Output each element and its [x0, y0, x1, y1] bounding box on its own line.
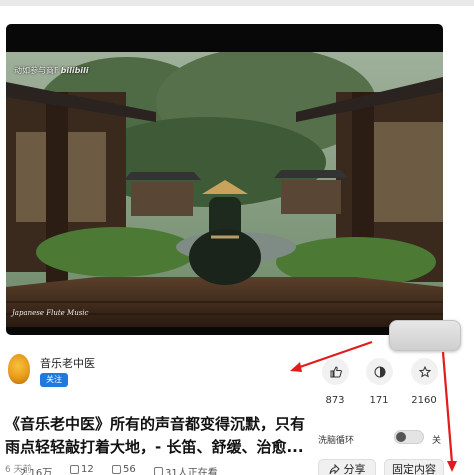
comments-stat: 56: [112, 464, 136, 475]
toggle-knob: [396, 432, 406, 442]
coin-button[interactable]: [366, 358, 393, 385]
favorite-count: 2160: [411, 395, 437, 406]
pin-label: 固定内容: [392, 463, 436, 475]
share-icon: [329, 463, 340, 474]
coin-icon: [374, 366, 385, 377]
loop-toggle[interactable]: [394, 430, 424, 444]
coin-count: 171: [369, 395, 389, 406]
watermark-uploader: 动如参与商F bilibili: [14, 65, 89, 76]
floating-card[interactable]: [389, 320, 461, 351]
thumbs-up-icon: [330, 365, 342, 377]
watching-stat: 31人正在看: [154, 464, 218, 475]
watermark-title: Japanese Flute Music: [12, 309, 89, 317]
share-label: 分享: [343, 463, 366, 475]
video-player[interactable]: 动如参与商F bilibili Japanese Flute Music: [6, 24, 443, 335]
like-button[interactable]: [322, 358, 349, 385]
channel-name[interactable]: 音乐老中医: [40, 355, 95, 371]
views-stat: 2.16万: [20, 464, 52, 475]
comment-count: 56: [123, 464, 136, 475]
favorite-button[interactable]: [411, 358, 438, 385]
loop-label: 洗脑循环: [318, 436, 355, 446]
top-divider: [0, 0, 474, 6]
loop-state: 关: [432, 436, 442, 446]
video-page: 动如参与商F bilibili Japanese Flute Music 音乐老中…: [0, 0, 474, 475]
share-button[interactable]: 分享: [318, 459, 376, 475]
danmaku-icon: [70, 465, 79, 474]
video-thumbnail-scene: [6, 52, 443, 327]
star-icon: [418, 365, 431, 378]
danmaku-stat: 12: [70, 464, 94, 475]
viewer-icon: [154, 467, 163, 475]
avatar[interactable]: [8, 354, 30, 384]
like-count: 873: [325, 395, 345, 406]
bilibili-logo: bilibili: [60, 66, 89, 75]
danmaku-count: 12: [81, 464, 94, 475]
pin-button[interactable]: 固定内容: [384, 459, 444, 475]
follow-button[interactable]: 关注: [40, 373, 68, 387]
watermark-uploader-text: 动如参与商F: [14, 66, 59, 75]
views-count: 2.16万: [20, 468, 53, 475]
comment-icon: [112, 465, 121, 474]
video-title: 《音乐老中医》所有的声音都变得沉默，只有 雨点轻轻敲打着大地，- 长笛、舒缓、治…: [5, 415, 306, 456]
watching-count: 31人正在看: [165, 468, 218, 475]
